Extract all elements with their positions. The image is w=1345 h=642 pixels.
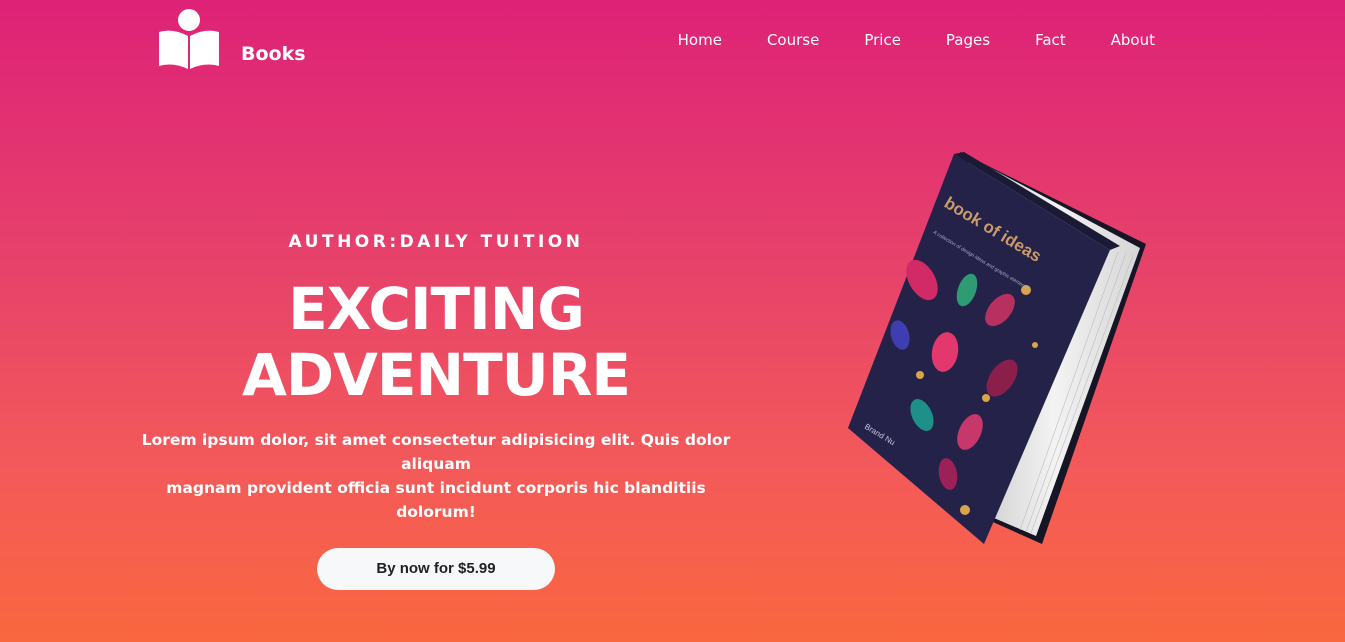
nav-fact[interactable]: Fact — [1035, 31, 1066, 49]
hero-section: AUTHOR:DAILY TUITION EXCITING ADVENTURE … — [140, 232, 732, 590]
headline-line-1: EXCITING — [288, 275, 585, 343]
brand-name: Books — [241, 43, 306, 65]
main-nav: Home Course Price Pages Fact About — [678, 31, 1155, 49]
headline-line-2: ADVENTURE — [241, 341, 631, 409]
nav-course[interactable]: Course — [767, 31, 819, 49]
author-label: AUTHOR:DAILY TUITION — [288, 232, 584, 252]
nav-about[interactable]: About — [1111, 31, 1155, 49]
book-cover-image: book of ideas A collection of design ide… — [848, 152, 1146, 544]
nav-price[interactable]: Price — [864, 31, 901, 49]
buy-now-button[interactable]: By now for $5.99 — [317, 548, 555, 590]
brand-logo[interactable]: Books — [158, 8, 306, 70]
description-line-1: Lorem ipsum dolor, sit amet consectetur … — [141, 431, 731, 473]
nav-home[interactable]: Home — [678, 31, 722, 49]
hero-headline: EXCITING ADVENTURE — [140, 276, 732, 408]
description-line-2: magnam provident officia sunt incidunt c… — [166, 479, 706, 521]
hero-description: Lorem ipsum dolor, sit amet consectetur … — [140, 428, 732, 524]
nav-pages[interactable]: Pages — [946, 31, 990, 49]
book-reader-icon — [159, 9, 219, 70]
